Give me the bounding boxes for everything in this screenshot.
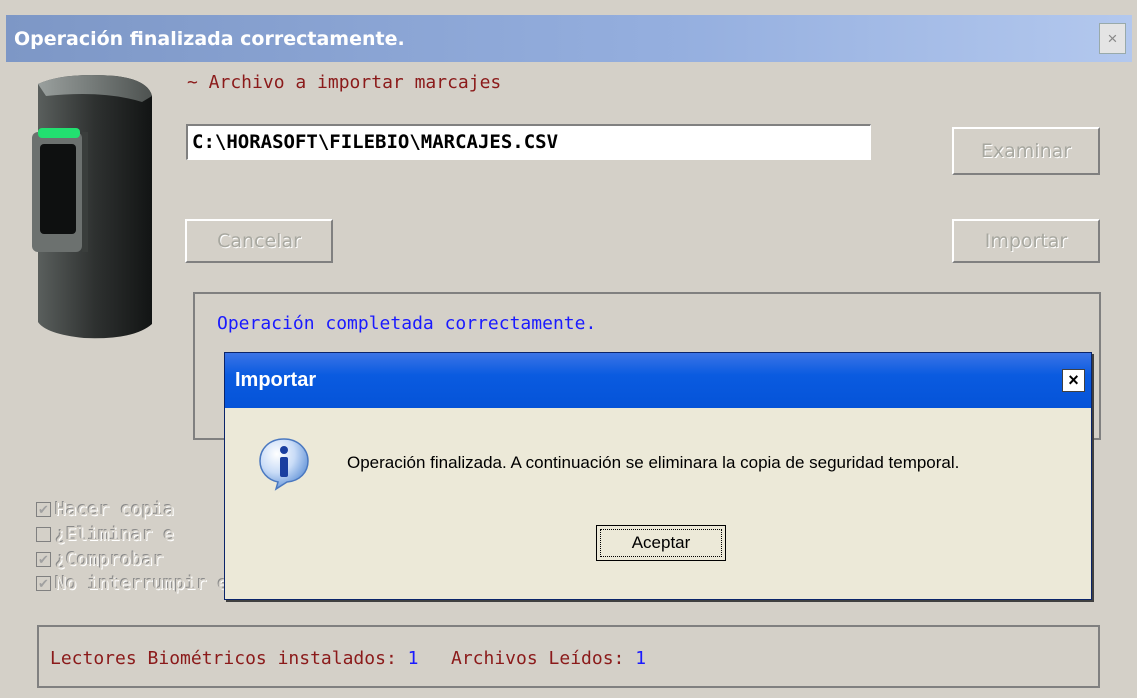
dialog-message: Operación finalizada. A continuación se … bbox=[347, 453, 960, 472]
import-file-label: ~ Archivo a importar marcajes bbox=[187, 72, 502, 93]
accept-button[interactable]: Aceptar bbox=[596, 525, 726, 561]
accept-button-label: Aceptar bbox=[600, 529, 722, 557]
files-label: Archivos Leídos: bbox=[450, 648, 625, 669]
option-backup[interactable]: ✔ Hacer copia bbox=[36, 498, 174, 520]
option-check[interactable]: ✔ ¿Comprobar bbox=[36, 548, 163, 570]
dialog-close-button[interactable]: × bbox=[1062, 369, 1085, 392]
browse-button[interactable]: Examinar bbox=[952, 127, 1100, 175]
checkbox-delete[interactable] bbox=[36, 526, 51, 542]
info-icon bbox=[259, 438, 309, 491]
option-check-label: ¿Comprobar bbox=[55, 548, 164, 570]
files-count: 1 bbox=[635, 648, 647, 669]
import-dialog: Importar × Operación finalizada. A conti… bbox=[224, 352, 1092, 600]
summary-line: Lectores Biométricos instalados: 1 Archi… bbox=[50, 648, 646, 669]
import-button[interactable]: Importar bbox=[952, 219, 1100, 263]
checkbox-check[interactable]: ✔ bbox=[36, 551, 51, 567]
window-title-bar[interactable]: Operación finalizada correctamente. × bbox=[6, 15, 1132, 62]
biometric-reader-image bbox=[32, 75, 152, 339]
dialog-title: Importar bbox=[235, 369, 317, 391]
cancel-button[interactable]: Cancelar bbox=[185, 219, 333, 263]
window-close-button[interactable]: × bbox=[1099, 23, 1126, 54]
option-delete[interactable]: ¿Eliminar e bbox=[36, 523, 174, 545]
readers-label: Lectores Biométricos instalados: bbox=[50, 648, 397, 669]
option-delete-label: ¿Eliminar e bbox=[55, 523, 175, 545]
option-backup-label: Hacer copia bbox=[55, 498, 175, 520]
checkbox-no-interrupt[interactable]: ✔ bbox=[36, 575, 51, 591]
readers-count: 1 bbox=[407, 648, 419, 669]
file-path-input[interactable]: C:\HORASOFT\FILEBIO\MARCAJES.CSV bbox=[186, 124, 871, 160]
checkbox-backup[interactable]: ✔ bbox=[36, 501, 51, 517]
window-title: Operación finalizada correctamente. bbox=[14, 28, 405, 50]
dialog-title-bar[interactable]: Importar × bbox=[225, 353, 1091, 408]
status-message: Operación completada correctamente. bbox=[217, 313, 597, 334]
